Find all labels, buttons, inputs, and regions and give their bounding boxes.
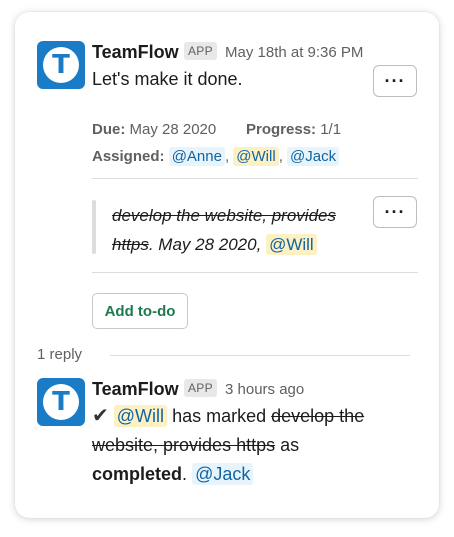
reply-mention-jack[interactable]: @Jack	[192, 463, 254, 485]
avatar-letter: T	[52, 387, 70, 417]
task-title: develop the website, provides	[112, 206, 336, 225]
message-timestamp[interactable]: May 18th at 9:36 PM	[225, 44, 363, 61]
task-title-cont: https	[112, 235, 149, 254]
task-assignee-mention[interactable]: @Will	[266, 234, 317, 255]
reply-timestamp[interactable]: 3 hours ago	[225, 381, 304, 398]
progress-label: Progress:	[246, 121, 317, 138]
comma-separator: ,	[224, 148, 230, 165]
due-value: May 28 2020	[129, 121, 217, 138]
ellipsis-icon: ···	[384, 70, 406, 91]
task-date: . May 28 2020,	[148, 235, 262, 254]
reply-struck-task: develop the	[271, 406, 365, 426]
thread-divider	[110, 355, 410, 356]
more-actions-button[interactable]: ···	[373, 65, 417, 97]
teamflow-avatar[interactable]: T	[37, 41, 85, 89]
reply-author-name[interactable]: TeamFlow	[92, 379, 179, 400]
quote-bar	[92, 200, 96, 254]
message-card: T TeamFlow APP May 18th at 9:36 PM Let's…	[15, 12, 439, 518]
reply-period: .	[182, 464, 188, 484]
assigned-row: Assigned: @Anne, @Will, @Jack	[92, 147, 340, 166]
reply-mention-will[interactable]: @Will	[113, 405, 168, 427]
reply-teamflow-avatar[interactable]: T	[37, 378, 85, 426]
task-item[interactable]: develop the website, provides https. May…	[112, 201, 372, 259]
check-mark-icon: ✔	[92, 403, 109, 427]
reply-text-before: has marked	[172, 406, 267, 426]
divider	[92, 178, 418, 179]
reply-text: ✔ @Will has marked develop the website, …	[92, 401, 392, 489]
divider	[92, 272, 418, 273]
progress-row: Progress: 1/1	[246, 121, 341, 138]
reply-app-badge: APP	[184, 379, 217, 397]
mention-anne[interactable]: @Anne	[168, 147, 225, 166]
reply-struck-task-cont: website, provides https	[92, 435, 276, 455]
progress-value: 1/1	[320, 121, 342, 138]
teamflow-logo-icon: T	[43, 47, 79, 83]
assigned-label: Assigned:	[92, 148, 165, 165]
reply-completed: completed	[92, 464, 183, 484]
comma-separator: ,	[278, 148, 283, 165]
due-label: Due:	[92, 121, 126, 138]
mention-will[interactable]: @Will	[233, 147, 279, 166]
reply-text-after: as	[280, 435, 300, 455]
due-row: Due: May 28 2020	[92, 121, 216, 138]
author-name[interactable]: TeamFlow	[92, 42, 179, 63]
app-badge: APP	[184, 42, 217, 60]
message-text: Let's make it done.	[92, 69, 243, 89]
add-todo-button[interactable]: Add to-do	[92, 293, 188, 329]
ellipsis-icon: ···	[384, 201, 406, 222]
mention-jack[interactable]: @Jack	[287, 147, 340, 166]
teamflow-logo-icon: T	[43, 384, 79, 420]
task-more-actions-button[interactable]: ···	[373, 196, 417, 228]
avatar-letter: T	[52, 50, 70, 80]
reply-count[interactable]: 1 reply	[37, 346, 82, 363]
